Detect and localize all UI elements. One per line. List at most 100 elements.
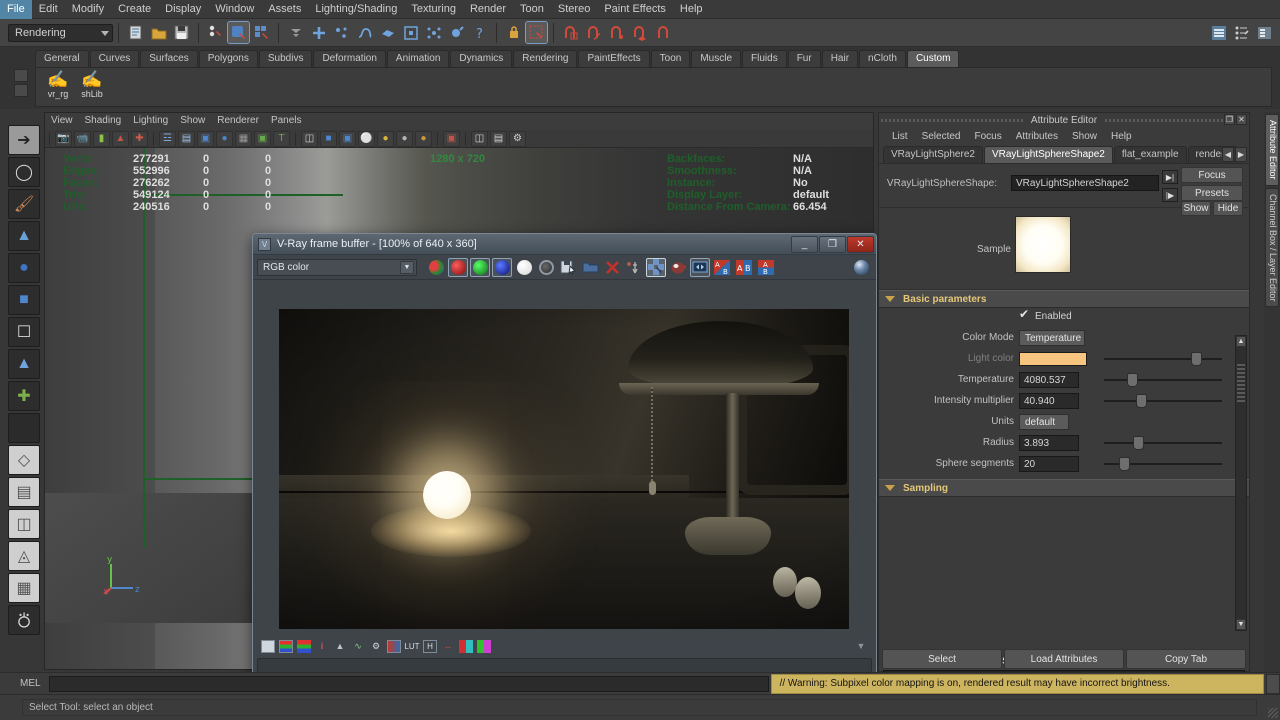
- render-preview-icon[interactable]: [851, 258, 871, 277]
- view-color-corrections-icon[interactable]: [297, 639, 311, 653]
- monochrome-icon[interactable]: [536, 258, 556, 277]
- light-color-slider-handle[interactable]: [1191, 352, 1202, 366]
- command-input[interactable]: [48, 675, 769, 692]
- menu-help[interactable]: Help: [673, 0, 710, 19]
- ae-section-basic-parameters[interactable]: Basic parameters: [879, 290, 1249, 308]
- xray-mode-icon[interactable]: ◫: [471, 130, 488, 147]
- select-points-mask-button[interactable]: [331, 22, 352, 43]
- snap-to-curve-button[interactable]: [583, 22, 604, 43]
- ae-tab-vraylightsphere2[interactable]: VRayLightSphere2: [883, 145, 983, 163]
- resolution-gate-icon[interactable]: ▣: [197, 130, 214, 147]
- smooth-shade-all-icon[interactable]: ■: [320, 130, 337, 147]
- image-plane-icon[interactable]: ▲: [112, 130, 129, 147]
- layout-hypershade-persp[interactable]: ▦: [8, 573, 40, 603]
- lock-selection-button[interactable]: [503, 22, 524, 43]
- viewport-menu-renderer[interactable]: Renderer: [211, 113, 265, 129]
- open-image-icon[interactable]: [580, 258, 600, 277]
- text-toggle-icon[interactable]: T: [273, 130, 290, 147]
- track-mouse-icon[interactable]: [624, 258, 644, 277]
- units-dropdown[interactable]: default: [1019, 414, 1069, 430]
- grid-toggle-icon[interactable]: ☲: [159, 130, 176, 147]
- shelf-tab-fur[interactable]: Fur: [787, 50, 821, 67]
- shelf-tab-muscle[interactable]: Muscle: [691, 50, 742, 67]
- select-camera-icon[interactable]: 📷: [55, 130, 72, 147]
- selection-mask-icon[interactable]: [285, 22, 306, 43]
- alpha-channel-icon[interactable]: [514, 258, 534, 277]
- select-surfaces-mask-button[interactable]: [377, 22, 398, 43]
- pixel-info-icon[interactable]: i: [315, 640, 329, 653]
- shared-view-icon[interactable]: ⚙: [509, 130, 526, 147]
- resize-grip[interactable]: [1268, 708, 1278, 718]
- blue-channel-icon[interactable]: [492, 257, 512, 277]
- snap-to-grid-button[interactable]: [560, 22, 581, 43]
- menu-set-selector[interactable]: Rendering: [8, 23, 113, 42]
- shelf-tab-subdivs[interactable]: Subdivs: [258, 50, 313, 67]
- ae-menu-list[interactable]: List: [885, 131, 915, 142]
- menu-texturing[interactable]: Texturing: [404, 0, 463, 19]
- select-misc-mask-button[interactable]: ?: [469, 22, 490, 43]
- snap-to-view-plane-button[interactable]: [652, 22, 673, 43]
- snap-to-point-button[interactable]: [606, 22, 627, 43]
- use-all-lights-icon[interactable]: ●: [396, 130, 413, 147]
- render-last-icon[interactable]: [668, 258, 688, 277]
- menu-modify[interactable]: Modify: [65, 0, 111, 19]
- vfb-render-canvas[interactable]: [279, 309, 849, 629]
- use-default-lighting-icon[interactable]: ●: [377, 130, 394, 147]
- layout-persp-graph[interactable]: ◬: [8, 541, 40, 571]
- radius-field[interactable]: 3.893: [1019, 435, 1079, 451]
- show-tool-settings-button[interactable]: [1231, 22, 1252, 43]
- ae-node-name-field[interactable]: VRayLightSphereShape2: [1011, 175, 1159, 191]
- select-by-hierarchy-button[interactable]: [205, 22, 226, 43]
- rgb-channel-icon[interactable]: [426, 258, 446, 277]
- shelf-tab-fluids[interactable]: Fluids: [742, 50, 787, 67]
- save-scene-button[interactable]: [171, 22, 192, 43]
- ae-load-attributes-button[interactable]: Load Attributes: [1004, 649, 1124, 669]
- vfb-title-bar[interactable]: V V-Ray frame buffer - [100% of 640 x 36…: [253, 234, 876, 255]
- menu-stereo[interactable]: Stereo: [551, 0, 597, 19]
- close-button[interactable]: ✕: [847, 235, 874, 253]
- shelf-tab-animation[interactable]: Animation: [386, 50, 450, 67]
- shelf-expand-handle[interactable]: [14, 84, 28, 97]
- white-balance-icon[interactable]: ⚙: [369, 640, 383, 653]
- ae-node-next-icon[interactable]: |▶: [1162, 188, 1178, 202]
- xray-joints-icon[interactable]: ▤: [490, 130, 507, 147]
- pan-compare-icon[interactable]: [690, 257, 710, 277]
- lut-icon[interactable]: LUT: [404, 640, 419, 653]
- sphere-segments-slider-handle[interactable]: [1119, 457, 1130, 471]
- select-rendering-mask-button[interactable]: [446, 22, 467, 43]
- viewport-menu-show[interactable]: Show: [174, 113, 211, 129]
- srgb-display-icon[interactable]: [279, 639, 293, 653]
- attribute-editor-scrollbar[interactable]: ▲ ▼: [1235, 335, 1247, 631]
- wireframe-on-shaded-icon[interactable]: ⚪: [358, 130, 375, 147]
- gate-mask-icon[interactable]: ●: [216, 130, 233, 147]
- close-panel-icon[interactable]: ✕: [1236, 114, 1247, 125]
- viewport-menu-shading[interactable]: Shading: [79, 113, 128, 129]
- ae-copy-tab-button[interactable]: Copy Tab: [1126, 649, 1246, 669]
- horizontal-flip-icon[interactable]: ↔: [441, 640, 455, 653]
- tool-paint-select[interactable]: 🖌: [8, 189, 40, 219]
- new-scene-button[interactable]: [125, 22, 146, 43]
- tool-last-used[interactable]: ✚: [8, 381, 40, 411]
- shelf-tab-surfaces[interactable]: Surfaces: [140, 50, 198, 67]
- scroll-grip[interactable]: [1237, 364, 1245, 404]
- menu-create[interactable]: Create: [111, 0, 158, 19]
- show-attribute-editor-button[interactable]: [1208, 22, 1229, 43]
- layout-four-pane[interactable]: ▤: [8, 477, 40, 507]
- save-image-icon[interactable]: [558, 258, 578, 277]
- ae-menu-show[interactable]: Show: [1065, 131, 1104, 142]
- menu-file[interactable]: File: [0, 0, 32, 19]
- force-color-clamp-icon[interactable]: [261, 639, 275, 653]
- chevron-right-icon[interactable]: ▶: [1235, 147, 1247, 162]
- hue-saturation-icon[interactable]: [387, 639, 401, 653]
- undock-panel-icon[interactable]: ❐: [1224, 114, 1235, 125]
- viewport-menu-lighting[interactable]: Lighting: [127, 113, 174, 129]
- layout-paint-effects[interactable]: ⛣: [8, 605, 40, 635]
- menu-assets[interactable]: Assets: [261, 0, 308, 19]
- chevron-left-icon[interactable]: ◀: [1222, 147, 1234, 162]
- tool-scale[interactable]: ■: [8, 285, 40, 315]
- camera-attributes-icon[interactable]: 📹: [74, 130, 91, 147]
- menu-display[interactable]: Display: [158, 0, 208, 19]
- channel-select-dropdown[interactable]: RGB color ▼: [257, 258, 417, 276]
- maximize-button[interactable]: ❐: [819, 235, 846, 253]
- scroll-up-icon[interactable]: ▲: [1236, 336, 1246, 347]
